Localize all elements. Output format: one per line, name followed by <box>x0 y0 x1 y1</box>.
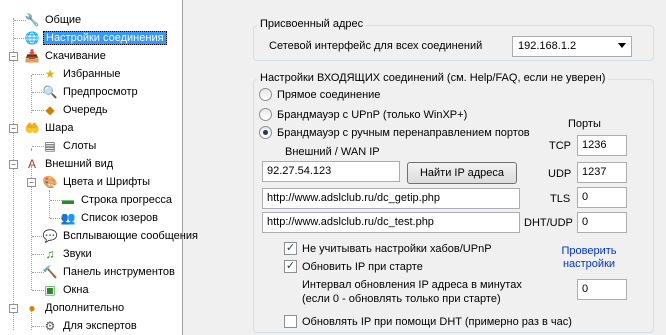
tls-port-input[interactable]: 0 <box>577 187 627 208</box>
tree-item-queue[interactable]: ◆ Очередь <box>42 101 110 119</box>
assigned-address-title: Присвоенный адрес <box>257 18 367 30</box>
test-url-input[interactable]: http://www.adslclub.ru/dc_test.php <box>262 212 520 233</box>
ports-label: Порты <box>568 118 601 130</box>
udp-port-input[interactable]: 1237 <box>577 162 627 183</box>
interval-label-line2: (если 0 - обновлять только при старте) <box>302 293 501 305</box>
tree-item-progress-bar[interactable]: ▬ Строка прогресса <box>60 191 174 209</box>
tree-line <box>31 148 32 150</box>
interval-label-line1: Интервал обновления IP адреса в минутах <box>302 279 522 291</box>
update-ip-on-start-checkbox[interactable]: ✓ Обновить IP при старте <box>284 260 423 273</box>
progress-icon: ▬ <box>62 193 74 207</box>
tree-item-downloads[interactable]: 📥 Скачивание <box>24 47 108 65</box>
interval-input[interactable]: 0 <box>577 279 627 300</box>
wrench-icon: 🔧 <box>24 13 40 27</box>
radio-circle <box>259 88 272 101</box>
find-ip-button[interactable]: Найти IP адреса <box>407 162 517 184</box>
tree-line <box>31 75 32 113</box>
tree-item-general[interactable]: 🔧 Общие <box>24 11 83 29</box>
ignore-hub-label: Не учитывать настройки хабов/UPnP <box>302 242 492 255</box>
radio-circle <box>259 108 272 121</box>
star-icon: ★ <box>44 67 56 81</box>
radio-upnp-firewall[interactable]: Брандмауэр с UPnP (только WinXP+) <box>259 108 467 121</box>
interface-label: Сетевой интерфейс для всех соединений <box>269 40 483 52</box>
update-ip-dht-checkbox[interactable]: Обновлять IP при помощи DHT (примерно ра… <box>284 315 572 328</box>
update-ip-dht-label: Обновлять IP при помощи DHT (примерно ра… <box>302 315 572 328</box>
sound-icon: ♫ <box>45 247 55 261</box>
chevron-down-icon <box>618 43 626 48</box>
dht-port-input[interactable]: 0 <box>577 212 627 233</box>
tree-item-favorites[interactable]: ★ Избранные <box>42 65 123 83</box>
wan-ip-input[interactable]: 92.27.54.123 <box>262 161 400 182</box>
collapse-expander[interactable]: − <box>9 304 18 313</box>
popup-icon: 💬 <box>42 229 58 243</box>
radio-manual-label: Брандмауэр с ручным перенаправлением пор… <box>277 126 530 139</box>
tree-item-slots[interactable]: ▤ Слоты <box>42 137 98 155</box>
tree-item-appearance[interactable]: A Внешний вид <box>24 155 115 173</box>
update-ip-label: Обновить IP при старте <box>302 260 423 273</box>
toolbar-icon: 🔨 <box>42 265 58 279</box>
network-icon: 🌐 <box>24 31 40 45</box>
collapse-expander[interactable]: − <box>27 178 36 187</box>
collapse-expander[interactable]: − <box>9 52 18 61</box>
checkmark-icon: ✓ <box>284 260 297 273</box>
tree-line <box>13 18 14 330</box>
tree-item-windows[interactable]: ▣ Окна <box>42 281 91 299</box>
wan-ip-label: Внешний / WAN IP <box>285 146 380 158</box>
radio-circle-selected <box>259 126 272 139</box>
preview-icon: 🔍 <box>42 85 58 99</box>
download-icon: 📥 <box>24 49 40 63</box>
tls-label: TLS <box>550 193 571 205</box>
radio-upnp-label: Брандмауэр с UPnP (только WinXP+) <box>277 108 468 121</box>
tree-item-advanced[interactable]: ● Дополнительно <box>24 299 126 317</box>
windows-icon: ▣ <box>44 283 56 297</box>
tree-item-preview[interactable]: 🔍 Предпросмотр <box>42 83 140 101</box>
palette-icon: 🎨 <box>42 175 58 189</box>
tcp-label: TCP <box>549 140 571 152</box>
interface-select-value: 192.168.1.2 <box>518 40 577 52</box>
tree-item-connection[interactable]: 🌐 Настройки соединения <box>24 29 167 47</box>
tree-item-sounds[interactable]: ♫ Звуки <box>42 245 94 263</box>
collapse-expander[interactable]: − <box>9 124 18 133</box>
tree-item-share[interactable]: 🤲 Шара <box>24 119 75 137</box>
incoming-settings-title: Настройки ВХОДЯЩИХ соединений (см. Help/… <box>257 72 609 84</box>
checkmark-icon: ✓ <box>284 242 297 255</box>
tree-item-colors-fonts[interactable]: 🎨 Цвета и Шрифты <box>42 173 152 191</box>
experts-icon: ⚙ <box>44 319 56 333</box>
tree-item-user-list[interactable]: 👥 Список юзеров <box>60 209 160 227</box>
tree-item-popups[interactable]: 💬 Всплывающие сообщения <box>42 227 200 245</box>
interface-select[interactable]: 192.168.1.2 <box>512 36 632 57</box>
slots-icon: ▤ <box>44 139 56 153</box>
radio-manual-port-forwarding[interactable]: Брандмауэр с ручным перенаправлением пор… <box>259 126 530 139</box>
collapse-expander[interactable]: − <box>9 160 18 169</box>
tcp-port-input[interactable]: 1236 <box>577 135 627 156</box>
share-icon: 🤲 <box>24 121 40 135</box>
getip-url-input[interactable]: http://www.adslclub.ru/dc_getip.php <box>262 188 520 209</box>
settings-tree[interactable]: 🔧 Общие 🌐 Настройки соединения − 📥 Скачи… <box>0 0 198 335</box>
checkbox-empty <box>284 315 297 328</box>
ignore-hub-settings-checkbox[interactable]: ✓ Не учитывать настройки хабов/UPnP <box>284 242 492 255</box>
udp-label: UDP <box>548 168 572 180</box>
tree-item-toolbar[interactable]: 🔨 Панель инструментов <box>42 263 177 281</box>
advanced-icon: ● <box>28 301 36 315</box>
check-settings-link[interactable]: Проверить настройки <box>544 245 634 271</box>
tree-item-experts[interactable]: ⚙ Для экспертов <box>42 317 139 335</box>
queue-icon: ◆ <box>45 103 55 117</box>
users-icon: 👥 <box>60 211 76 225</box>
tree-line <box>49 190 50 218</box>
connection-settings-panel: Присвоенный адрес Сетевой интерфейс для … <box>244 0 666 335</box>
radio-direct-connection[interactable]: Прямое соединение <box>259 88 380 101</box>
dht-label: DHT/UDP <box>524 217 573 229</box>
radio-direct-label: Прямое соединение <box>277 88 381 101</box>
appearance-icon: A <box>27 157 36 171</box>
